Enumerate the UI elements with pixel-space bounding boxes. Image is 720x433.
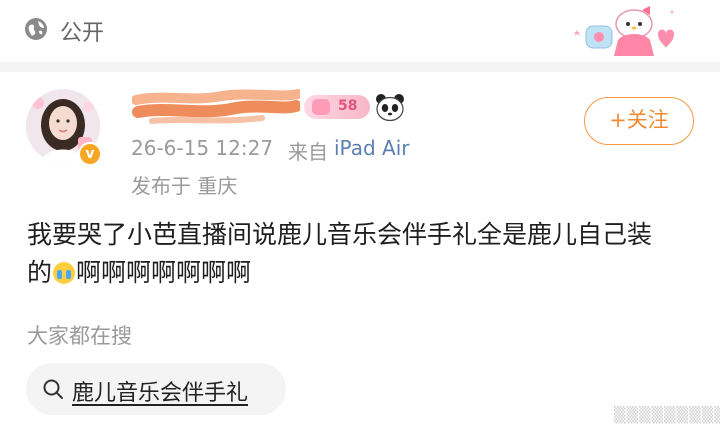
search-icon	[43, 379, 63, 399]
badge-icon	[312, 99, 330, 115]
content-line-2-suffix: 啊啊啊啊啊啊啊	[76, 258, 252, 287]
globe-icon	[25, 18, 47, 40]
hot-search-chip[interactable]: 鹿儿音乐会伴手礼	[26, 363, 286, 415]
hello-kitty-sticker	[574, 6, 674, 56]
crying-emoji	[53, 262, 76, 284]
watermark: ▒▒▒▒▒▒▒▒▒▒	[614, 406, 720, 424]
hot-search-label: 大家都在搜	[27, 324, 132, 348]
badge-text: 58	[338, 98, 358, 114]
panda-icon	[376, 94, 404, 122]
content-line-1: 我要哭了小芭直播间说鹿儿音乐会伴手礼全是鹿儿自己装	[27, 220, 653, 249]
post-time: 26-6-15 12:27	[131, 136, 274, 160]
visibility-label: 公开	[60, 21, 105, 46]
content-line-2-prefix: 的	[27, 258, 53, 287]
section-divider	[0, 62, 720, 72]
redacted-username	[132, 89, 300, 124]
verified-badge: v	[78, 142, 102, 166]
post-device-link[interactable]: iPad Air	[334, 136, 410, 160]
post-content: 我要哭了小芭直播间说鹿儿音乐会伴手礼全是鹿儿自己装 的啊啊啊啊啊啊啊	[27, 216, 707, 292]
post-location: 发布于 重庆	[131, 174, 238, 198]
post-source-prefix: 来自	[288, 140, 328, 164]
follow-button[interactable]: +关注	[584, 97, 694, 145]
content-line-2: 的啊啊啊啊啊啊啊	[27, 254, 707, 292]
visibility-bar: 公开	[0, 0, 720, 62]
user-level-badge: 58	[304, 95, 370, 119]
hot-search-term[interactable]: 鹿儿音乐会伴手礼	[72, 375, 248, 407]
